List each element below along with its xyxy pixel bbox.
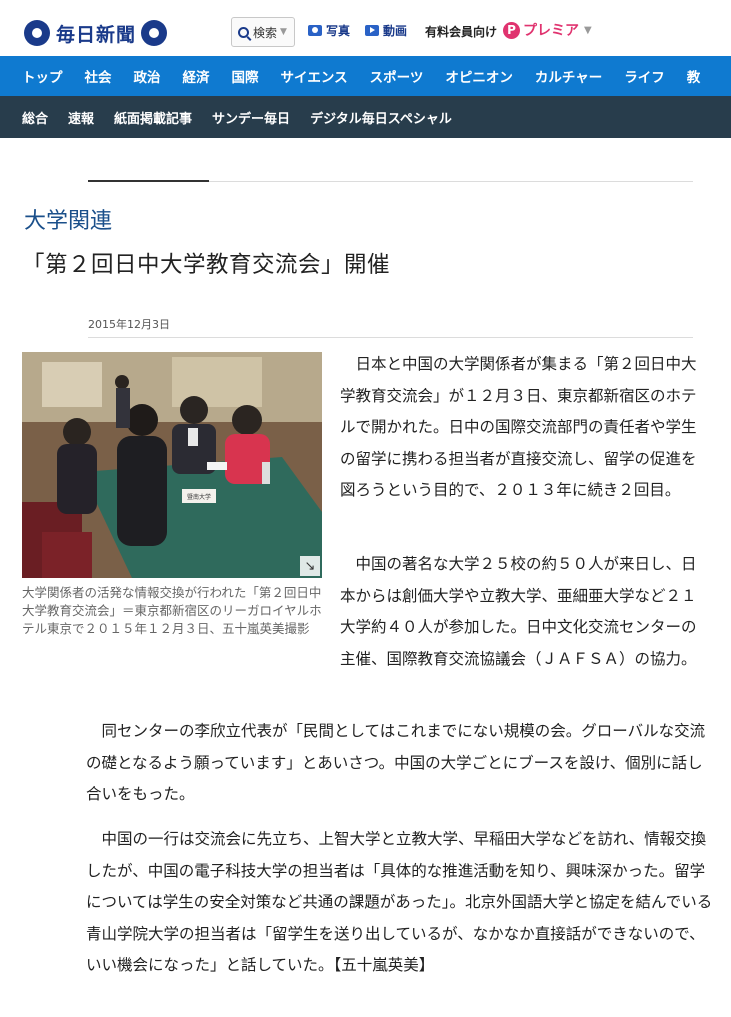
main-nav-item-sports[interactable]: スポーツ — [359, 66, 435, 86]
video-link-label: 動画 — [383, 24, 408, 38]
article-paragraph-2: 中国の著名な大学２５校の約５０人が来日し、日本からは創価大学や立教大学、亜細亜大… — [340, 555, 697, 668]
main-nav-item-economy[interactable]: 経済 — [172, 66, 221, 86]
search-icon — [238, 26, 249, 38]
sub-nav: 総合 速報 紙面掲載記事 サンデー毎日 デジタル毎日スペシャル — [0, 96, 731, 138]
logo-mark-icon — [141, 20, 168, 46]
search-dropdown-button[interactable]: 検索 ▼ — [231, 17, 295, 47]
article-paragraph-4: 中国の一行は交流会に先立ち、上智大学と立教大学、早稲田大学などを訪れ、情報交換し… — [86, 830, 713, 974]
photo-illustration: 暨南大学 — [22, 352, 322, 578]
main-nav-item-politics[interactable]: 政治 — [123, 66, 172, 86]
sub-nav-item-sunday-mainichi[interactable]: サンデー毎日 — [202, 108, 300, 127]
main-nav-item-life[interactable]: ライフ — [613, 66, 676, 86]
premier-label: プレミア — [523, 23, 579, 39]
main-nav-item-education[interactable]: 教 — [676, 66, 712, 86]
logo-text: 毎日新聞 — [56, 23, 137, 46]
photo-link[interactable]: 写真 — [308, 22, 350, 39]
premier-link[interactable]: P プレミア ▼ — [503, 20, 592, 40]
site-header: 毎日新聞 検索 ▼ 写真 動画 有料会員向け P プレミア ▼ — [0, 0, 731, 56]
article-category[interactable]: 大学関連 — [24, 203, 112, 235]
sub-nav-item-print-articles[interactable]: 紙面掲載記事 — [104, 108, 202, 127]
paid-members-label: 有料会員向け — [425, 25, 498, 39]
main-nav-item-top[interactable]: トップ — [0, 66, 74, 86]
sub-nav-item-general[interactable]: 総合 — [0, 108, 58, 127]
search-label: 検索 — [253, 25, 278, 40]
photo-link-label: 写真 — [326, 24, 351, 38]
sub-nav-item-digital-special[interactable]: デジタル毎日スペシャル — [300, 108, 462, 127]
article-photo[interactable]: 暨南大学 ↘ — [22, 352, 322, 578]
chevron-down-icon: ▼ — [584, 24, 592, 36]
main-nav: トップ 社会 政治 経済 国際 サイエンス スポーツ オピニオン カルチャー ラ… — [0, 56, 731, 96]
main-nav-item-society[interactable]: 社会 — [74, 66, 123, 86]
table-sign-text: 暨南大学 — [187, 493, 211, 501]
main-nav-item-science[interactable]: サイエンス — [270, 66, 359, 86]
article-paragraph-1: 日本と中国の大学関係者が集まる「第２回日中大学教育交流会」が１２月３日、東京都新… — [340, 355, 697, 499]
article-headline: 「第２回日中大学教育交流会」開催 — [22, 252, 391, 278]
video-link[interactable]: 動画 — [365, 22, 407, 39]
main-nav-item-opinion[interactable]: オピニオン — [434, 66, 524, 86]
premier-p-icon: P — [503, 21, 520, 39]
logo-mark-icon — [24, 20, 50, 46]
site-logo[interactable]: 毎日新聞 — [24, 19, 168, 47]
article-top-rule — [88, 180, 693, 182]
video-play-icon — [365, 25, 379, 36]
main-nav-item-international[interactable]: 国際 — [221, 66, 270, 86]
photo-caption: 大学関係者の活発な情報交換が行われた「第２回日中大学教育交流会」＝東京都新宿区の… — [22, 585, 322, 636]
article-paragraph-3: 同センターの李欣立代表が「民間としてはこれまでにない規模の会。グローバルな交流の… — [86, 722, 706, 803]
main-nav-item-culture[interactable]: カルチャー — [524, 66, 613, 86]
sub-nav-item-breaking[interactable]: 速報 — [58, 108, 104, 127]
article-date: 2015年12月3日 — [88, 316, 693, 338]
expand-icon[interactable]: ↘ — [300, 556, 320, 576]
camera-icon — [308, 25, 322, 36]
chevron-down-icon: ▼ — [280, 27, 287, 37]
article-date-text: 2015年12月3日 — [88, 318, 170, 331]
